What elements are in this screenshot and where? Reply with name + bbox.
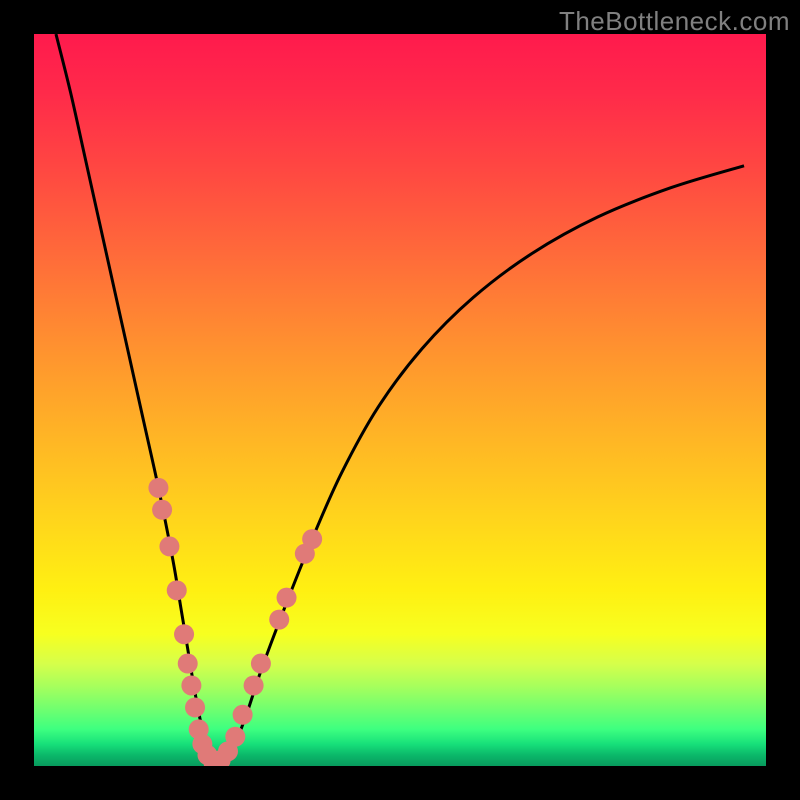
sample-point (185, 697, 205, 717)
sample-point (174, 624, 194, 644)
sample-point (178, 654, 198, 674)
outer-frame: TheBottleneck.com (0, 0, 800, 800)
sample-point (159, 536, 179, 556)
watermark-text: TheBottleneck.com (559, 6, 790, 37)
sample-point (244, 675, 264, 695)
sample-point (181, 675, 201, 695)
sample-point (269, 610, 289, 630)
bottleneck-curve (56, 34, 744, 766)
sample-point (233, 705, 253, 725)
chart-overlay (34, 34, 766, 766)
sample-points (148, 478, 322, 766)
sample-point (302, 529, 322, 549)
sample-point (152, 500, 172, 520)
sample-point (251, 654, 271, 674)
sample-point (277, 588, 297, 608)
sample-point (225, 727, 245, 747)
sample-point (167, 580, 187, 600)
bottleneck-curve-path (56, 34, 744, 766)
sample-point (148, 478, 168, 498)
